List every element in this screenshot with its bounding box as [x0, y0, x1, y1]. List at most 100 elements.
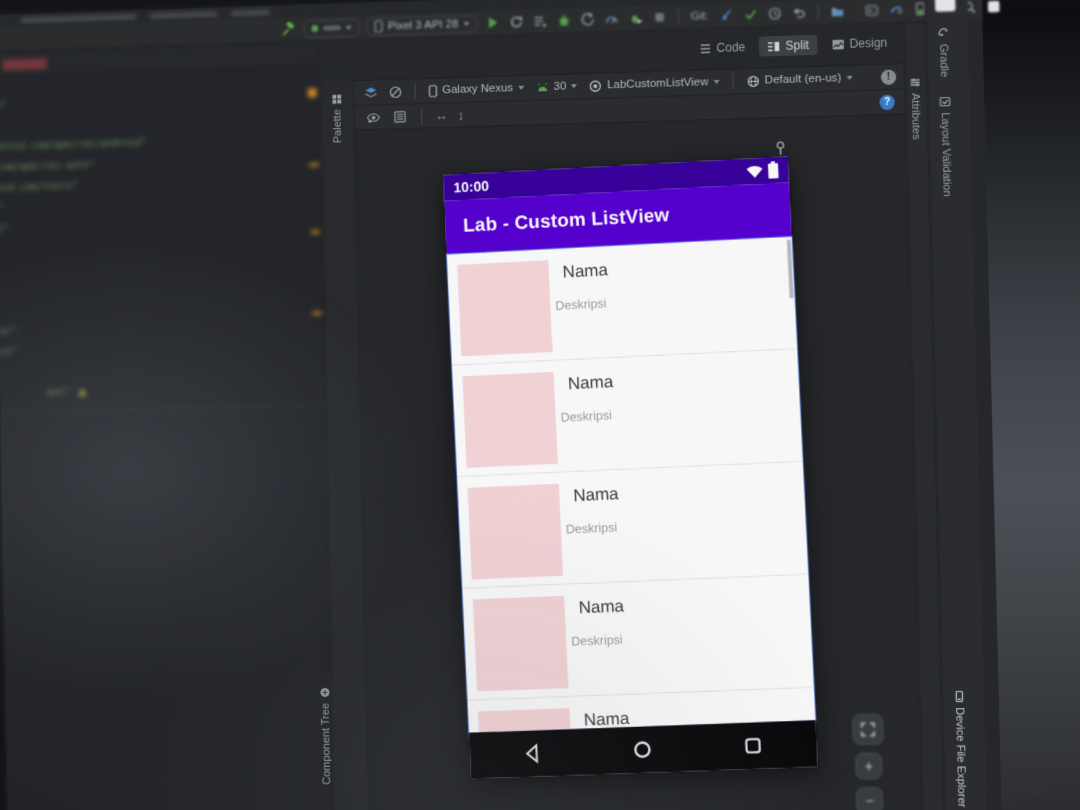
build-hammer-icon[interactable] [280, 21, 297, 38]
item-image-placeholder [462, 371, 558, 468]
attributes-stripe-button[interactable]: Attributes [908, 77, 922, 140]
debug-bug-icon[interactable] [555, 12, 572, 29]
menu-text-blur [231, 9, 271, 16]
view-options-eye-icon[interactable] [365, 109, 382, 126]
editor-tab-error-filename[interactable] [2, 58, 47, 71]
tab-code[interactable]: Code [690, 37, 753, 59]
menu-text-blur [149, 11, 218, 19]
theme-dropdown[interactable]: LabCustomListView [587, 73, 722, 95]
surface-zoom-controls: + − [852, 714, 885, 810]
profiler-gauge-icon[interactable] [603, 10, 620, 27]
git-commit-icon[interactable] [742, 6, 759, 24]
design-mode-icon [831, 39, 844, 50]
toolbar-separator [414, 83, 416, 100]
run-configuration-dropdown[interactable] [303, 18, 360, 38]
device-preview[interactable]: 10:00 Lab - Custom ListView Nama Deskrip… [443, 156, 818, 779]
chevron-down-icon [571, 84, 578, 89]
xml-code-area[interactable]: s" droid.com/apk/res/android" com/apk/re… [0, 87, 310, 399]
toolbar-separator [817, 4, 819, 21]
list-item[interactable]: Nama Deskripsi [457, 461, 809, 589]
zoom-in-button[interactable]: + [855, 752, 883, 780]
phone-icon [428, 84, 437, 97]
item-description: Deskripsi [565, 520, 618, 537]
terminal-icon[interactable] [862, 2, 880, 20]
design-surface-selector-icon[interactable] [363, 84, 380, 101]
project-folder-icon[interactable] [828, 3, 846, 21]
item-description: Deskripsi [555, 296, 607, 313]
attach-profiler-icon[interactable] [579, 11, 596, 28]
item-image-placeholder [457, 260, 553, 357]
api-version-dropdown[interactable]: 30 [534, 77, 580, 96]
toolbar-separator [420, 108, 423, 125]
status-bar-icons [746, 162, 779, 180]
device-manager-icon[interactable] [887, 1, 905, 19]
design-surface[interactable]: 10:00 Lab - Custom ListView Nama Deskrip… [356, 115, 924, 810]
gradle-stripe-button[interactable]: Gradle [937, 28, 950, 77]
history-clock-icon[interactable] [766, 5, 783, 23]
device-selector-label: Pixel 3 API 28 [387, 17, 459, 33]
toolbar-separator [677, 8, 679, 25]
item-image-placeholder [472, 595, 569, 692]
attach-debugger-icon[interactable] [627, 9, 644, 26]
split-mode-icon [767, 39, 780, 52]
preview-listview[interactable]: Nama Deskripsi Nama Deskripsi Nama Deskr… [445, 235, 817, 734]
chevron-down-icon [846, 75, 853, 81]
palette-stripe-button[interactable]: Palette [331, 93, 344, 143]
item-name: Nama [562, 260, 609, 282]
nav-back-icon [525, 742, 538, 764]
component-tree-icon [320, 688, 330, 698]
chevron-down-icon [713, 79, 720, 85]
zoom-out-button[interactable]: − [856, 787, 884, 810]
vertical-resize-icon[interactable]: ↕ [457, 108, 464, 123]
git-update-icon[interactable] [717, 6, 734, 24]
tab-split[interactable]: Split [759, 34, 818, 57]
tab-design[interactable]: Design [823, 32, 896, 54]
android-icon [536, 82, 549, 91]
list-item[interactable]: Nama Deskripsi [451, 349, 803, 478]
layout-design-pane: Code Split Design Palette Component Tree [319, 23, 924, 810]
tool-window-white-square-icon[interactable] [984, 0, 1002, 15]
horizontal-resize-icon[interactable]: ↔ [435, 108, 448, 123]
nav-home-icon [631, 738, 654, 761]
stop-button[interactable] [651, 9, 668, 27]
item-image-placeholder [467, 483, 564, 580]
menu-text-blur [20, 13, 137, 23]
rollback-icon[interactable] [790, 4, 808, 22]
code-mode-icon [698, 42, 711, 55]
layout-validation-icon [939, 96, 950, 107]
palette-icon [332, 94, 342, 104]
item-name: Nama [572, 484, 619, 506]
android-studio-window: Pixel 3 API 28 Git: s" droid.com/apk/res… [0, 0, 1002, 810]
status-bar-time: 10:00 [453, 177, 490, 196]
preview-device-dropdown[interactable]: Galaxy Nexus [426, 79, 526, 100]
code-editor-pane[interactable]: s" droid.com/apk/res/android" com/apk/re… [0, 42, 336, 810]
editor-fold-divider [0, 404, 326, 413]
item-description: Deskripsi [560, 408, 613, 425]
inspection-status-square[interactable] [307, 88, 317, 98]
apply-changes-icon[interactable] [507, 13, 524, 30]
locale-dropdown[interactable]: Default (en-us) [744, 69, 854, 90]
zoom-to-fit-button[interactable] [852, 714, 884, 745]
component-tree-stripe-button[interactable]: Component Tree [319, 687, 333, 785]
toolbar-separator [732, 73, 734, 90]
chevron-down-icon [517, 85, 524, 91]
help-button[interactable]: ? [879, 94, 895, 111]
scrollbar-warning-mark[interactable] [309, 163, 320, 167]
run-coverage-icon[interactable] [531, 12, 548, 29]
gradle-icon [937, 28, 948, 39]
list-item[interactable]: Nama Deskripsi [462, 574, 814, 701]
list-appearance-icon[interactable] [391, 108, 408, 125]
run-config-label-blur [323, 25, 341, 31]
list-item[interactable]: Nama Deskripsi [446, 236, 798, 366]
no-color-mode-icon[interactable] [387, 83, 404, 100]
run-button[interactable] [484, 14, 501, 31]
render-errors-indicator[interactable]: ! [880, 68, 897, 85]
device-selector-dropdown[interactable]: Pixel 3 API 28 [366, 14, 478, 36]
layout-validation-stripe-button[interactable]: Layout Validation [938, 96, 953, 197]
tool-stripe-white-icon[interactable] [934, 0, 956, 12]
scrollbar-warning-mark[interactable] [312, 311, 322, 315]
chevron-down-icon [345, 25, 352, 30]
scrollbar-warning-mark[interactable] [310, 230, 321, 234]
item-name: Nama [567, 372, 614, 394]
git-label: Git: [690, 9, 709, 23]
